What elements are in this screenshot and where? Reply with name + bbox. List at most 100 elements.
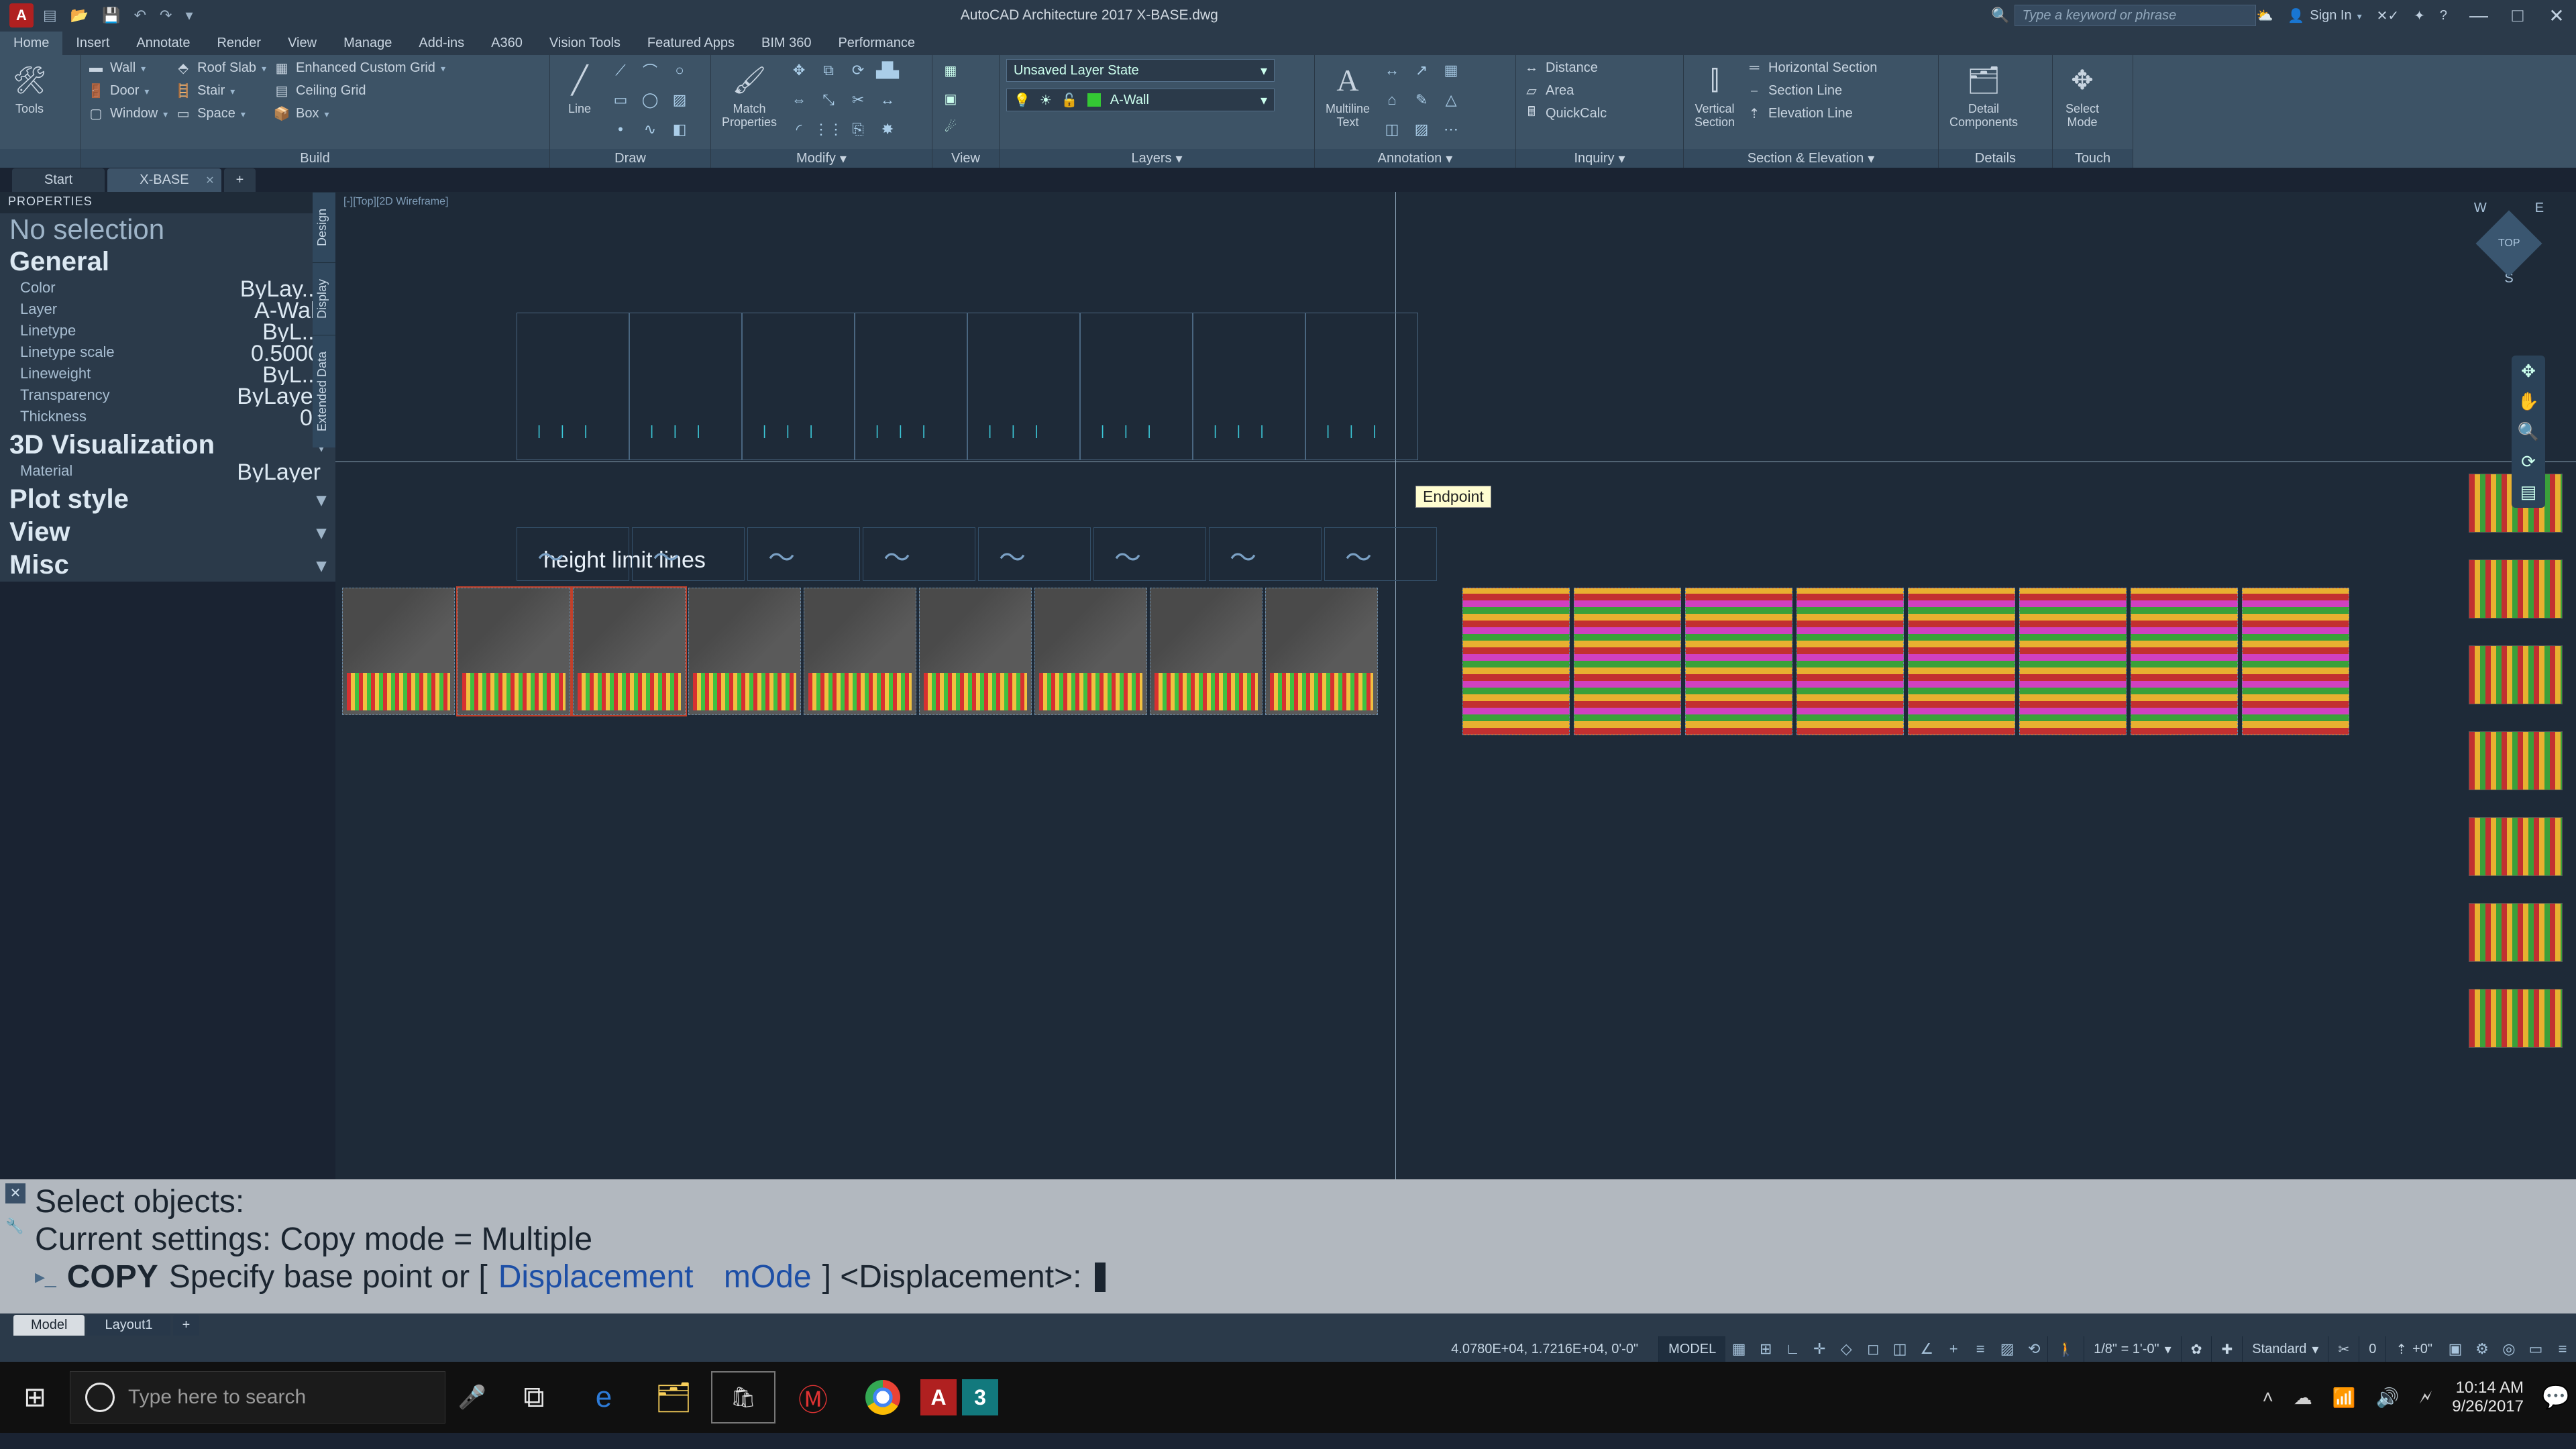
move-icon[interactable]: ✥ <box>788 59 810 82</box>
side-tab-design[interactable]: Design <box>313 192 335 262</box>
chevron-down-icon[interactable] <box>230 83 235 99</box>
lineweight-toggle-icon[interactable]: ≡ <box>1967 1340 1994 1358</box>
tab-addins[interactable]: Add-ins <box>405 32 478 55</box>
area-button[interactable]: ▱Area <box>1523 82 1607 99</box>
mirror-icon[interactable]: ▟▙ <box>876 59 899 82</box>
chevron-down-icon[interactable] <box>262 60 266 76</box>
annoset-dropdown[interactable]: Standard ▾ <box>2242 1336 2328 1362</box>
viewstyle-icon[interactable]: ▦ <box>939 59 962 82</box>
prop-ltscale[interactable]: Linetype scale0.5000 <box>0 343 335 364</box>
close-button[interactable]: ✕ <box>2537 0 2576 31</box>
prop-linetype[interactable]: LinetypeByL... <box>0 321 335 343</box>
tab-performance[interactable]: Performance <box>824 32 928 55</box>
angle-readout[interactable]: 0 <box>2359 1336 2385 1362</box>
group-plot[interactable]: Plot style▾ <box>0 483 335 516</box>
3dosnap-toggle-icon[interactable]: ◫ <box>1886 1340 1913 1358</box>
snap-toggle-icon[interactable]: ⊞ <box>1752 1340 1779 1358</box>
prop-transparency[interactable]: TransparencyByLayer <box>0 386 335 407</box>
prop-color[interactable]: ColorByLay... <box>0 278 335 300</box>
prop-thickness[interactable]: Thickness0" <box>0 407 335 429</box>
cutplane-icon[interactable]: ✂ <box>2328 1336 2359 1362</box>
chrome-icon[interactable] <box>851 1371 915 1424</box>
group-view[interactable]: View▾ <box>0 516 335 549</box>
side-tab-extended[interactable]: Extended Data <box>313 335 335 447</box>
spline-icon[interactable]: ∿ <box>639 118 661 141</box>
doc-tab-file[interactable]: X-BASE✕ <box>107 168 221 192</box>
taskview-icon[interactable]: ⧉ <box>502 1371 566 1424</box>
tab-view[interactable]: View <box>274 32 330 55</box>
redo-icon[interactable]: ↷ <box>160 7 172 24</box>
circle-icon[interactable]: ○ <box>668 59 691 82</box>
panel-view-label[interactable]: View <box>932 149 999 168</box>
edge-icon[interactable]: e <box>572 1371 636 1424</box>
selection-header[interactable]: No selection <box>0 213 335 246</box>
command-prompt-line[interactable]: ▸_ COPY Specify base point or [Displacem… <box>35 1258 2563 1296</box>
layerstate-dropdown[interactable]: Unsaved Layer State▾ <box>1006 59 1275 82</box>
viewcube-w[interactable]: W <box>2474 201 2487 216</box>
selectmode-button[interactable]: ✥Select Mode <box>2059 59 2105 131</box>
tab-render[interactable]: Render <box>203 32 274 55</box>
viewcube[interactable]: N WE TOP S <box>2469 212 2549 333</box>
panel-modify-label[interactable]: Modify ▾ <box>711 149 932 168</box>
mcafee-icon[interactable]: Ⓜ <box>781 1371 845 1424</box>
isoplane-toggle-icon[interactable]: ◇ <box>1833 1340 1860 1358</box>
tag-icon[interactable]: ⌂ <box>1381 89 1403 111</box>
tray-cloud-icon[interactable]: ☁ <box>2294 1387 2312 1409</box>
open-icon[interactable]: 📂 <box>70 7 89 24</box>
showmotion-icon[interactable]: ▤ <box>2520 482 2537 502</box>
trim-icon[interactable]: ✂ <box>847 89 869 111</box>
line-button[interactable]: ╱Line <box>557 59 602 118</box>
viewcube-face[interactable]: TOP <box>2476 211 2542 277</box>
group-misc[interactable]: Misc▾ <box>0 549 335 582</box>
tab-featured-apps[interactable]: Featured Apps <box>634 32 748 55</box>
views-icon[interactable]: ▣ <box>939 87 962 110</box>
start-button[interactable]: ⊞ <box>0 1382 70 1413</box>
prop-material[interactable]: MaterialByLayer <box>0 462 335 483</box>
panel-touch-label[interactable]: Touch <box>2053 149 2133 168</box>
action-center-icon[interactable]: 💬 <box>2536 1377 2576 1417</box>
tray-overflow-icon[interactable]: ˄ <box>2262 1387 2273 1408</box>
keynote-icon[interactable]: ✎ <box>1410 89 1433 111</box>
panel-annotation-label[interactable]: Annotation ▾ <box>1315 149 1515 168</box>
prop-lweight[interactable]: LineweightByL... <box>0 364 335 386</box>
quickcalc-button[interactable]: 🖩QuickCalc <box>1523 105 1607 122</box>
annoscale-dropdown[interactable]: 1/8" = 1'-0" ▾ <box>2084 1336 2181 1362</box>
vsection-button[interactable]: ⫿Vertical Section <box>1690 59 1739 131</box>
save-icon[interactable]: 💾 <box>102 7 120 24</box>
tab-insert[interactable]: Insert <box>62 32 123 55</box>
hardwareaccel-icon[interactable]: ⚙ <box>2469 1340 2496 1358</box>
command-option-displacement[interactable]: Displacement <box>498 1258 694 1296</box>
tab-home[interactable]: Home <box>0 32 62 55</box>
tab-vision-tools[interactable]: Vision Tools <box>536 32 634 55</box>
app-badge[interactable]: A <box>9 3 34 28</box>
replace-icon[interactable]: ▣ <box>2442 1340 2469 1358</box>
wipeout-icon[interactable]: ▨ <box>1410 118 1433 141</box>
tray-wifi-icon[interactable]: 📶 <box>2332 1387 2356 1409</box>
walk-icon[interactable]: 🚶 <box>2047 1336 2084 1362</box>
tab-manage[interactable]: Manage <box>330 32 405 55</box>
door-button[interactable]: 🚪Door <box>87 82 168 99</box>
stair-button[interactable]: 🪜Stair <box>174 82 266 99</box>
roofslab-button[interactable]: ⬘Roof Slab <box>174 59 266 76</box>
group-3dviz[interactable]: 3D Visualization▾ <box>0 429 335 462</box>
doc-tab-new[interactable]: + <box>224 168 256 192</box>
wall-button[interactable]: ▬Wall <box>87 59 168 76</box>
explorer-icon[interactable]: 🗂 <box>641 1371 706 1424</box>
taskbar-clock[interactable]: 10:14 AM 9/26/2017 <box>2452 1379 2524 1416</box>
tab-annotate[interactable]: Annotate <box>123 32 203 55</box>
chevron-down-icon[interactable] <box>144 83 149 99</box>
gear-icon[interactable]: ✿ <box>2181 1336 2212 1362</box>
region-icon[interactable]: ◧ <box>668 118 691 141</box>
dim-icon[interactable]: ↔ <box>1381 59 1403 82</box>
table-icon[interactable]: ▦ <box>1440 59 1462 82</box>
tray-volume-icon[interactable]: 🔊 <box>2376 1387 2400 1409</box>
viewcube-e[interactable]: E <box>2535 201 2544 216</box>
layout-tab-add[interactable]: + <box>173 1315 200 1336</box>
detailcomp-button[interactable]: 🗂Detail Components <box>1945 59 2022 131</box>
panel-build-label[interactable]: Build <box>80 149 549 168</box>
elevationline-button[interactable]: ⇡Elevation Line <box>1746 105 1877 122</box>
ceilinggrid-button[interactable]: ▤Ceiling Grid <box>273 82 445 99</box>
isolate-icon[interactable]: ◎ <box>2496 1340 2522 1358</box>
layout-tab-model[interactable]: Model <box>13 1315 85 1336</box>
infocenter-search-icon[interactable]: 🔍 <box>1991 7 2009 24</box>
